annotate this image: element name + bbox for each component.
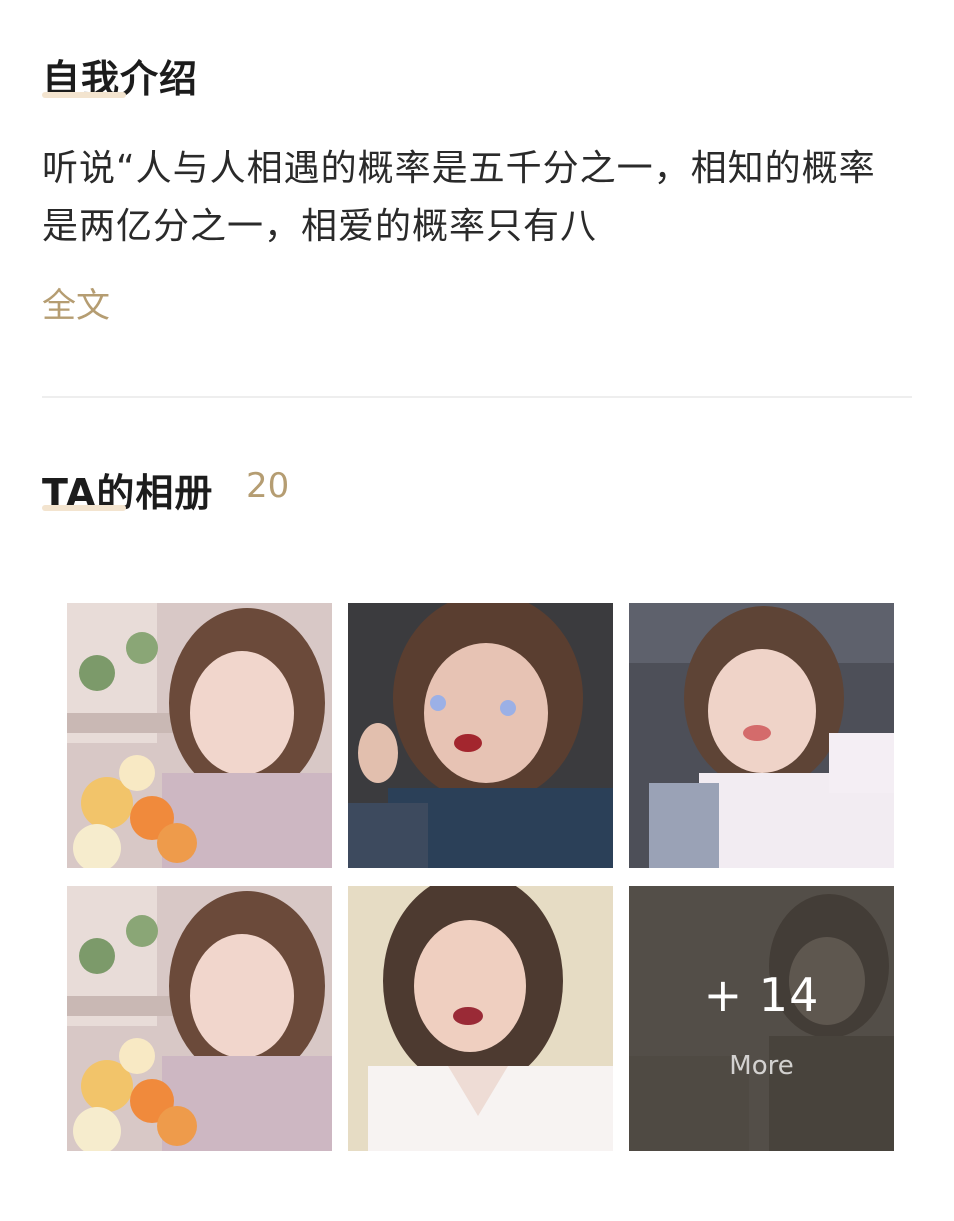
portrait-image	[348, 886, 613, 1151]
intro-text: 听说“人与人相遇的概率是五千分之一，相知的概率是两亿分之一，相爱的概率只有八	[42, 148, 876, 247]
section-divider	[42, 396, 912, 398]
more-count: + 14	[703, 968, 820, 1022]
album-photo-1[interactable]	[67, 603, 332, 868]
portrait-image	[67, 886, 332, 1151]
portrait-image	[348, 603, 613, 868]
more-label: More	[729, 1051, 794, 1081]
intro-title-underline	[42, 92, 126, 98]
more-overlay: + 14 More	[629, 886, 894, 1151]
album-photo-4[interactable]	[67, 886, 332, 1151]
album-grid: + 14 More	[67, 603, 895, 1151]
album-photo-5[interactable]	[348, 886, 613, 1151]
read-more-link[interactable]: 全文	[42, 278, 110, 327]
album-photo-2[interactable]	[348, 603, 613, 868]
portrait-image	[67, 603, 332, 868]
album-count: 20	[246, 466, 290, 506]
portrait-image	[629, 603, 894, 868]
album-more-tile[interactable]: + 14 More	[629, 886, 894, 1151]
album-photo-3[interactable]	[629, 603, 894, 868]
album-title-underline	[42, 505, 126, 511]
